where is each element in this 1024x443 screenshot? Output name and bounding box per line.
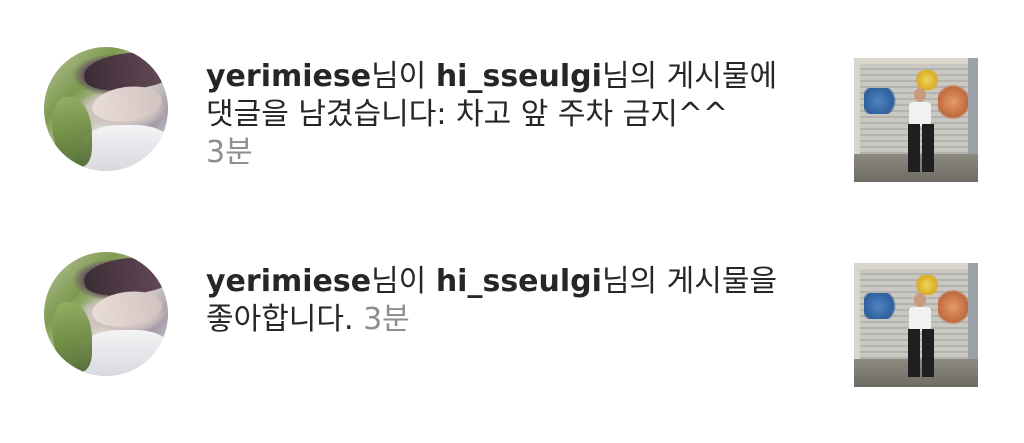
notification-text-part: 님의 게시물에 [601, 59, 778, 94]
thumbnail-graffiti [864, 88, 900, 114]
timestamp: 3분 [363, 302, 410, 337]
thumbnail-person [908, 329, 934, 377]
notification-item-like[interactable]: yerimiese님이 hi_sseulgi님의 게시물을 좋아합니다. 3분 [0, 205, 1024, 395]
avatar-plant [52, 302, 92, 372]
notification-text: yerimiese님이 hi_sseulgi님의 게시물에 댓글을 남겼습니다:… [206, 58, 816, 172]
thumbnail-person [908, 124, 934, 172]
notification-text-part: 님이 [371, 264, 436, 299]
thumbnail-graffiti [864, 293, 900, 319]
comment-text: 댓글을 남겼습니다: 차고 앞 주차 금지^^ [206, 97, 729, 132]
avatar[interactable] [44, 47, 168, 171]
post-thumbnail[interactable] [854, 58, 978, 182]
avatar-plant [52, 97, 92, 167]
thumbnail-person [914, 88, 926, 102]
notification-item-comment[interactable]: yerimiese님이 hi_sseulgi님의 게시물에 댓글을 남겼습니다:… [0, 0, 1024, 190]
post-thumbnail[interactable] [854, 263, 978, 387]
thumbnail-graffiti [938, 287, 968, 327]
actor-username[interactable]: yerimiese [206, 264, 371, 299]
thumbnail-person [914, 293, 926, 307]
thumbnail-graffiti [938, 82, 968, 122]
timestamp: 3분 [206, 135, 253, 170]
notification-text-part: 님이 [371, 59, 436, 94]
avatar-shirt [82, 330, 168, 376]
thumbnail-graffiti [914, 70, 940, 90]
avatar-shirt [82, 125, 168, 171]
like-text: 좋아합니다. [206, 302, 364, 337]
avatar[interactable] [44, 252, 168, 376]
actor-username[interactable]: yerimiese [206, 59, 371, 94]
target-username[interactable]: hi_sseulgi [436, 264, 602, 299]
notification-text-part: 님의 게시물을 [601, 264, 778, 299]
target-username[interactable]: hi_sseulgi [436, 59, 602, 94]
notification-text: yerimiese님이 hi_sseulgi님의 게시물을 좋아합니다. 3분 [206, 263, 816, 339]
thumbnail-graffiti [914, 275, 940, 295]
thumbnail-person [909, 307, 931, 331]
thumbnail-person [909, 102, 931, 126]
